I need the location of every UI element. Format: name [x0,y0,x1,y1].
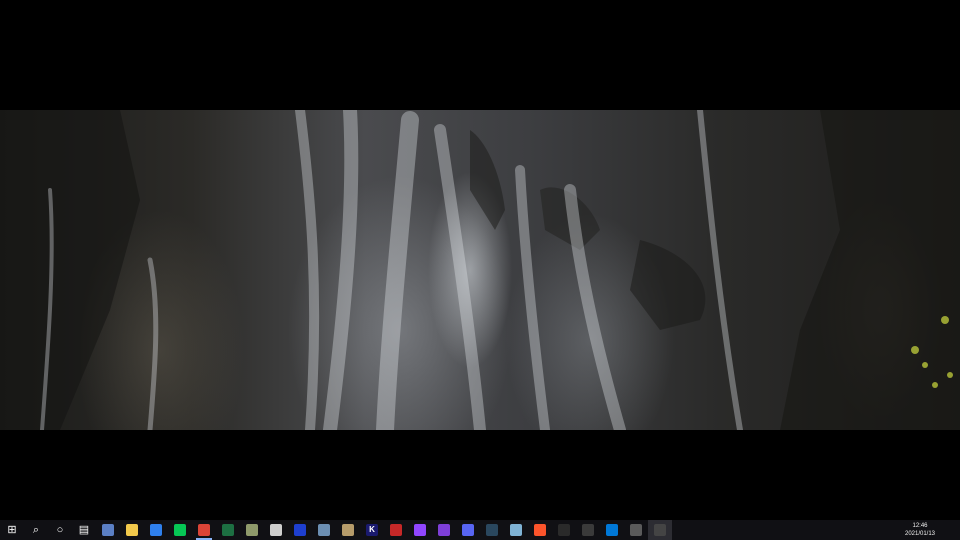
taskbar-button-monitor[interactable] [288,520,312,540]
taskbar-button-epic-games[interactable] [552,520,576,540]
paint-icon [246,524,258,536]
taskbar-button-paint[interactable] [240,520,264,540]
taskbar-button-mail[interactable] [144,520,168,540]
taskbar-button-line[interactable] [168,520,192,540]
notes-app-icon [510,524,522,536]
taskbar-button-xbox[interactable] [624,520,648,540]
taskbar-button-app-icon-11[interactable] [312,520,336,540]
start-icon: ⊞ [7,523,17,536]
app-icon-12 [342,524,354,536]
brave-icon [534,524,546,536]
taskbar-button-chrome[interactable] [192,520,216,540]
monitor-icon [294,524,306,536]
chrome-icon [198,524,210,536]
twitch-icon [414,524,426,536]
mail-icon [150,524,162,536]
taskbar-button-steam[interactable] [480,520,504,540]
taskbar-button-edge[interactable] [600,520,624,540]
twitch-alt-icon [438,524,450,536]
taskbar-button-twitch[interactable] [408,520,432,540]
taskbar-button-file-explorer[interactable] [120,520,144,540]
taskbar-button-app-icon-12[interactable] [336,520,360,540]
chat-app-icon [462,524,474,536]
red-arrow-app-icon [390,524,402,536]
waterfall-wallpaper [0,110,960,430]
excel-icon [222,524,234,536]
taskbar-button-start[interactable]: ⊞ [0,520,24,540]
file-explorer-icon [126,524,138,536]
taskbar: ⊞ ⌕ ○ ▤ K [0,520,960,540]
xbox-icon [630,524,642,536]
cortana-icon: ○ [56,523,64,536]
k-app-icon: K [366,524,378,536]
edge-icon [606,524,618,536]
taskbar-button-k-app[interactable]: K [360,520,384,540]
taskbar-button-task-view[interactable]: ▤ [72,520,96,540]
clock-date: 2021/01/13 [904,531,936,537]
system-clock[interactable]: 12:46 2021/01/13 [890,520,950,540]
task-view-icon: ▤ [78,523,90,536]
steam-icon [486,524,498,536]
taskbar-button-calculator[interactable] [96,520,120,540]
desktop[interactable] [0,0,960,520]
taskbar-button-obs[interactable] [648,520,672,540]
obs-icon [654,524,666,536]
taskbar-button-excel[interactable] [216,520,240,540]
clock-time: 12:46 [912,523,928,529]
taskbar-button-chat-app[interactable] [456,520,480,540]
taskbar-button-twitch-alt[interactable] [432,520,456,540]
taskbar-button-app-icon-24[interactable] [576,520,600,540]
taskbar-button-search[interactable]: ⌕ [24,520,48,540]
taskbar-button-brave[interactable] [528,520,552,540]
taskbar-button-cortana[interactable]: ○ [48,520,72,540]
taskbar-button-photo-viewer[interactable] [264,520,288,540]
taskbar-button-notes-app[interactable] [504,520,528,540]
calculator-icon [102,524,114,536]
app-icon-24 [582,524,594,536]
taskbar-button-red-arrow-app[interactable] [384,520,408,540]
search-icon: ⌕ [32,523,40,536]
line-icon [174,524,186,536]
app-icon-11 [318,524,330,536]
epic-games-icon [558,524,570,536]
photo-viewer-icon [270,524,282,536]
